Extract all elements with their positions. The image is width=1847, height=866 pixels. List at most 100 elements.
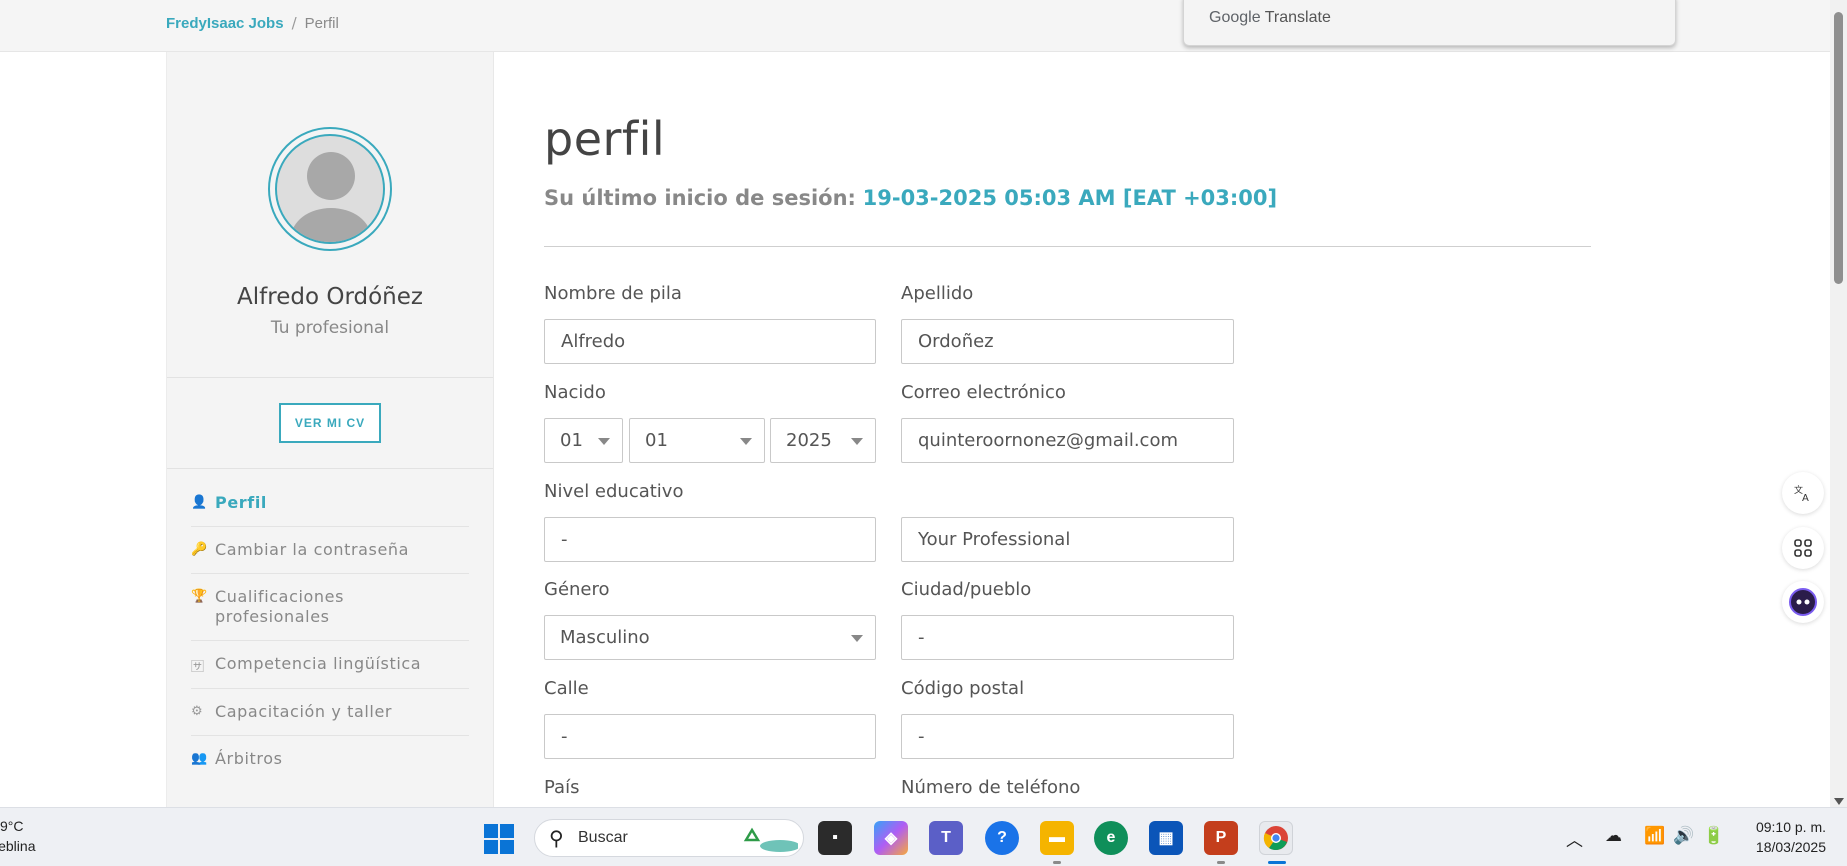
windows-taskbar: 9°C Neblina ⚲ Buscar ▪ ◈ T ? ▬ e ▦ P ︿ ☁… — [0, 807, 1847, 866]
view-cv-button[interactable]: VER MI CV — [279, 403, 381, 443]
divider — [167, 377, 493, 378]
app-running-indicator — [1217, 861, 1225, 864]
translate-text: Translate — [1264, 9, 1331, 26]
users-icon: 👥 — [191, 751, 208, 766]
google-translate-widget[interactable]: Google Translate — [1183, 0, 1676, 46]
country-label: País — [544, 777, 580, 798]
chevron-down-icon — [851, 635, 863, 642]
scroll-down-arrow-icon[interactable] — [1834, 798, 1844, 805]
start-pane — [500, 840, 514, 854]
gender-select[interactable]: Masculino — [544, 615, 876, 660]
avatar[interactable] — [268, 127, 392, 251]
weather-widget[interactable]: 9°C Neblina — [0, 816, 35, 856]
birth-year-select[interactable]: 2025 — [770, 418, 876, 463]
system-clock[interactable]: 09:10 p. m. 18/03/2025 — [1740, 817, 1826, 857]
breadcrumb: FredyIsaac Jobs / Perfil — [166, 14, 339, 32]
breadcrumb-separator: / — [291, 14, 297, 32]
sidebar-item-label: Árbitros — [215, 749, 283, 768]
apps-icon[interactable] — [1782, 527, 1824, 569]
powerpoint-icon[interactable]: P — [1204, 821, 1238, 855]
chrome-glyph — [1263, 826, 1288, 851]
apps-glyph — [1794, 539, 1812, 557]
sidebar-item-capacitacion[interactable]: ⚙ Capacitación y taller — [191, 689, 469, 736]
phone-label: Número de teléfono — [901, 777, 1081, 798]
postal-code-field[interactable]: - — [901, 714, 1234, 759]
avatar-head — [307, 152, 355, 200]
wifi-icon[interactable]: 📶 — [1644, 826, 1665, 846]
city-field[interactable]: - — [901, 615, 1234, 660]
first-name-label: Nombre de pila — [544, 283, 682, 304]
start-pane — [484, 824, 498, 838]
translate-glyph: 文A — [1794, 484, 1809, 503]
last-name-field[interactable]: Ordoñez — [901, 319, 1234, 364]
chevron-up-icon[interactable]: ︿ — [1566, 826, 1583, 851]
last-login: Su último inicio de sesión: 19-03-2025 0… — [544, 186, 1277, 210]
google-brand: Google — [1209, 9, 1261, 26]
sidebar-item-label: Perfil — [215, 493, 267, 512]
street-label: Calle — [544, 678, 589, 699]
street-field[interactable]: - — [544, 714, 876, 759]
chrome-icon[interactable] — [1259, 821, 1293, 855]
user-name: Alfredo Ordóñez — [237, 284, 423, 310]
teams-icon[interactable]: T — [929, 821, 963, 855]
last-name-label: Apellido — [901, 283, 974, 304]
divider — [167, 468, 493, 469]
gender-value: Masculino — [560, 627, 650, 648]
education-label: Nivel educativo — [544, 481, 684, 502]
last-login-label: Su último inicio de sesión: — [544, 186, 856, 210]
scrollbar-thumb[interactable] — [1834, 12, 1843, 284]
search-icon: ⚲ — [549, 826, 564, 850]
sidebar-item-competencia-linguistica[interactable]: 🈂 Competencia lingüística — [191, 641, 469, 689]
avatar-placeholder-icon — [275, 134, 385, 244]
sidebar-item-label: Capacitación y taller — [215, 702, 393, 721]
postal-code-label: Código postal — [901, 678, 1025, 699]
chevron-down-icon — [740, 438, 752, 445]
task-view-icon[interactable]: ▪ — [818, 821, 852, 855]
email-label: Correo electrónico — [901, 382, 1066, 403]
profile-sidebar: Alfredo Ordóñez Tu profesional VER MI CV… — [166, 52, 494, 807]
search-placeholder: Buscar — [578, 829, 628, 846]
birth-day-value: 01 — [560, 430, 583, 451]
sidebar-item-arbitros[interactable]: 👥 Árbitros — [191, 736, 469, 782]
birth-month-select[interactable]: 01 — [629, 418, 765, 463]
onedrive-icon[interactable]: ☁ — [1605, 826, 1622, 846]
copilot-icon[interactable]: ◈ — [874, 821, 908, 855]
volume-icon[interactable]: 🔊 — [1673, 826, 1694, 846]
taskbar-search[interactable]: ⚲ Buscar — [534, 819, 804, 857]
assistant-icon[interactable] — [1782, 581, 1824, 623]
chevron-down-icon — [598, 438, 610, 445]
key-icon: 🔑 — [191, 542, 208, 557]
breadcrumb-home-link[interactable]: FredyIsaac Jobs — [166, 15, 284, 32]
page-scrollbar[interactable] — [1830, 0, 1847, 807]
sidebar-item-cualificaciones[interactable]: 🏆 Cualificaciones profesionales — [191, 574, 469, 641]
city-label: Ciudad/pueblo — [901, 579, 1032, 600]
file-explorer-icon[interactable]: ▬ — [1040, 821, 1074, 855]
clock-date: 18/03/2025 — [1755, 839, 1826, 855]
windows-start-icon[interactable] — [484, 824, 514, 854]
app-running-indicator — [1053, 861, 1061, 864]
email-field[interactable]: quinteroornonez@gmail.com — [901, 418, 1234, 463]
microsoft-store-icon[interactable]: ▦ — [1149, 821, 1183, 855]
weather-description: Neblina — [0, 838, 36, 854]
translate-icon[interactable]: 文A — [1782, 472, 1824, 514]
search-highlight-icon — [743, 827, 798, 852]
birth-day-select[interactable]: 01 — [544, 418, 623, 463]
birth-year-value: 2025 — [786, 430, 832, 451]
edge-icon[interactable]: e — [1094, 821, 1128, 855]
gears-icon: ⚙ — [191, 704, 204, 719]
professional-title-field[interactable]: Your Professional — [901, 517, 1234, 562]
sidebar-item-cambiar-contrasena[interactable]: 🔑 Cambiar la contraseña — [191, 527, 469, 574]
google-translate-label: Google Translate — [1209, 9, 1331, 27]
battery-icon[interactable]: 🔋 — [1703, 826, 1724, 846]
birth-month-value: 01 — [645, 430, 668, 451]
avatar-body — [291, 208, 371, 242]
last-login-value: 19-03-2025 05:03 AM [EAT +03:00] — [862, 186, 1278, 210]
first-name-field[interactable]: Alfredo — [544, 319, 876, 364]
education-field[interactable]: - — [544, 517, 876, 562]
birth-label: Nacido — [544, 382, 606, 403]
help-icon[interactable]: ? — [985, 821, 1019, 855]
sidebar-item-perfil[interactable]: 👤 Perfil — [191, 480, 469, 527]
trophy-icon: 🏆 — [191, 589, 208, 604]
start-pane — [484, 840, 498, 854]
sidebar-item-label: Cualificaciones profesionales — [215, 587, 345, 626]
